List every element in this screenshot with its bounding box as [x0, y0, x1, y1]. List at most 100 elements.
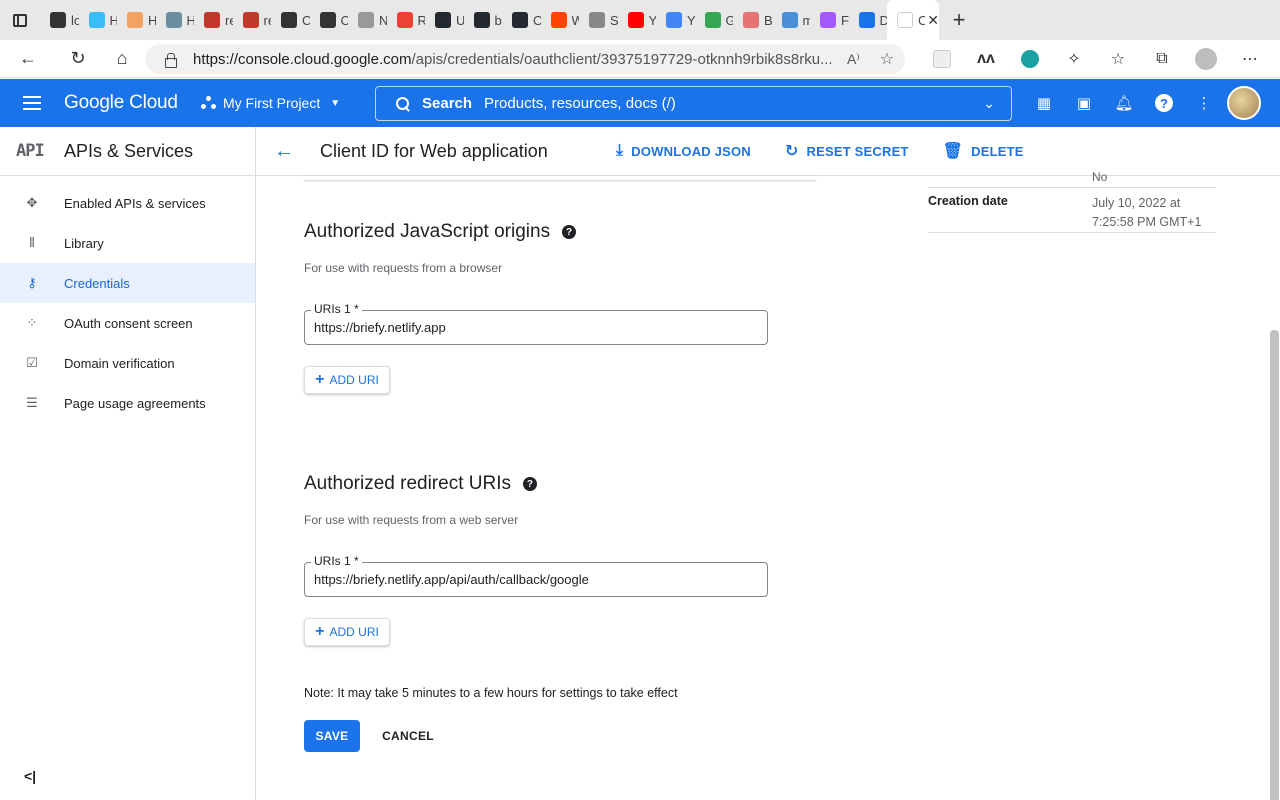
tab-title: Ha: [109, 12, 118, 28]
collapse-sidebar-button[interactable]: <|: [24, 768, 36, 784]
download-json-button[interactable]: ⤓ DOWNLOAD JSON: [616, 142, 751, 160]
browser-tab[interactable]: W: [541, 0, 580, 40]
browser-tab[interactable]: ms: [772, 0, 810, 40]
address-bar[interactable]: https://console.cloud.google.com/apis/cr…: [145, 44, 905, 74]
sidebar-item-credentials[interactable]: ⚷ Credentials: [0, 263, 255, 303]
browser-tab[interactable]: Yo: [618, 0, 656, 40]
gift-icon[interactable]: ▦: [1024, 79, 1064, 127]
reset-secret-button[interactable]: ↻ RESET SECRET: [785, 141, 909, 161]
extension-1-icon[interactable]: [920, 40, 964, 78]
card-bottom-edge: [304, 176, 816, 181]
browser-tab[interactable]: Fig: [810, 0, 849, 40]
favorites-icon[interactable]: ☆: [1096, 40, 1140, 78]
extension-2-icon[interactable]: ʌʌ: [964, 40, 1008, 78]
sidebar-item-enabled-apis-services[interactable]: ✥ Enabled APIs & services: [0, 183, 255, 223]
save-button[interactable]: SAVE: [304, 720, 360, 752]
lock-icon[interactable]: [163, 52, 177, 68]
js-origins-title: Authorized JavaScript origins?: [304, 221, 577, 243]
tab-title: Ho: [148, 12, 156, 28]
sidebar-item-oauth-consent-screen[interactable]: ⁘ OAuth consent screen: [0, 303, 255, 343]
browser-tab[interactable]: Co: [310, 0, 348, 40]
field-label: URIs 1 *: [311, 302, 362, 316]
browser-tab[interactable]: Co: [271, 0, 310, 40]
search-bar[interactable]: Search Products, resources, docs (/) ⌄: [375, 86, 1012, 121]
tab-title: W: [571, 12, 580, 28]
back-arrow-icon[interactable]: ←: [256, 140, 312, 163]
main-content: Authorized JavaScript origins? For use w…: [256, 170, 1268, 800]
tab-title: Fig: [841, 12, 849, 28]
tab-favicon-icon: [666, 12, 682, 28]
extensions-puzzle-icon[interactable]: ✧: [1052, 40, 1096, 78]
scrollbar-thumb[interactable]: [1270, 330, 1279, 800]
sidebar-item-page-usage-agreements[interactable]: ☰ Page usage agreements: [0, 383, 255, 423]
help-icon[interactable]: ?: [1144, 79, 1184, 127]
js-origins-description: For use with requests from a browser: [304, 261, 503, 275]
sidebar-item-icon: ✥: [26, 195, 38, 210]
google-cloud-logo[interactable]: Google Cloud: [64, 92, 201, 114]
sidebar-item-library[interactable]: ⦀ Library: [0, 223, 255, 263]
settings-more-icon[interactable]: ⋮: [1184, 79, 1224, 127]
user-avatar[interactable]: [1227, 86, 1261, 120]
sidebar-item-icon: ⚷: [27, 275, 37, 290]
browser-tab[interactable]: Ne: [348, 0, 387, 40]
browser-tab[interactable]: Re: [387, 0, 425, 40]
sidebar-title: APIs & Services: [64, 140, 194, 161]
redirect-uri-input[interactable]: [314, 572, 754, 587]
browser-tab[interactable]: De: [849, 0, 887, 40]
add-redirect-uri-button[interactable]: + ADD URI: [304, 618, 390, 646]
refresh-button[interactable]: ↻: [56, 40, 100, 78]
redirect-uris-title: Authorized redirect URIs?: [304, 473, 537, 495]
browser-tab[interactable]: re: [194, 0, 233, 40]
sidebar-item-icon: ☑: [26, 355, 38, 370]
search-expand-icon[interactable]: ⌄: [983, 95, 995, 112]
browser-tab[interactable]: Ho: [117, 0, 156, 40]
browser-tab[interactable]: Us: [425, 0, 464, 40]
profile-icon[interactable]: [1184, 40, 1228, 78]
browser-tab[interactable]: Go: [695, 0, 733, 40]
help-icon[interactable]: ?: [522, 477, 537, 491]
tab-favicon-icon: [897, 12, 913, 28]
plus-icon: +: [315, 623, 325, 640]
delete-button[interactable]: 🗑︎ DELETE: [943, 141, 1024, 161]
home-button[interactable]: ⌂: [100, 40, 144, 78]
browser-tab[interactable]: Or: [502, 0, 541, 40]
cancel-button[interactable]: CANCEL: [376, 720, 440, 752]
notifications-bell-icon[interactable]: 🔔︎: [1104, 79, 1144, 127]
js-origin-uri-input[interactable]: [314, 320, 754, 335]
browser-tab[interactable]: Bi: [733, 0, 772, 40]
cloud-shell-icon[interactable]: ▣: [1064, 79, 1104, 127]
back-button[interactable]: ←: [0, 40, 56, 78]
browser-tab[interactable]: Ho: [156, 0, 194, 40]
redirect-uri-field[interactable]: URIs 1 *: [304, 554, 768, 597]
api-logo: API: [16, 141, 45, 161]
main-menu-icon[interactable]: [0, 79, 64, 127]
help-icon[interactable]: ?: [562, 225, 577, 239]
tab-favicon-icon: [319, 12, 336, 28]
browser-tab[interactable]: Ha: [79, 0, 118, 40]
browser-tab[interactable]: loc: [40, 0, 79, 40]
tab-favicon-icon: [50, 12, 66, 28]
tab-favicon-icon: [242, 12, 259, 28]
more-menu-icon[interactable]: ⋯: [1228, 40, 1272, 78]
close-tab-icon[interactable]: ✕: [927, 12, 939, 29]
url-text[interactable]: https://console.cloud.google.com/apis/cr…: [193, 51, 833, 68]
project-selector[interactable]: My First Project ▼: [201, 95, 376, 111]
new-tab-button[interactable]: +: [939, 0, 979, 40]
browser-tab[interactable]: Cli✕: [887, 0, 939, 40]
tab-actions-icon[interactable]: [0, 0, 40, 40]
page-title: Client ID for Web application: [320, 140, 548, 161]
browser-tab[interactable]: Se: [579, 0, 618, 40]
browser-tab[interactable]: br: [464, 0, 502, 40]
favorite-star-icon[interactable]: ☆: [880, 49, 894, 69]
add-js-origin-button[interactable]: + ADD URI: [304, 366, 390, 394]
collections-icon[interactable]: ⧉: [1140, 40, 1184, 78]
browser-tab[interactable]: re: [233, 0, 271, 40]
browser-tab-strip: loc Ha Ho Ho re re Co Co Ne Re Us br Or W Se Yo Yo Go Bi ms…: [0, 0, 1280, 40]
tab-favicon-icon: [781, 12, 798, 28]
search-placeholder: Products, resources, docs (/): [484, 95, 676, 112]
js-origin-uri-field[interactable]: URIs 1 *: [304, 302, 768, 345]
edge-extension-icon[interactable]: [1008, 40, 1052, 78]
browser-tab[interactable]: Yo: [656, 0, 695, 40]
read-aloud-icon[interactable]: A⁾: [847, 51, 860, 68]
sidebar-item-domain-verification[interactable]: ☑ Domain verification: [0, 343, 255, 383]
